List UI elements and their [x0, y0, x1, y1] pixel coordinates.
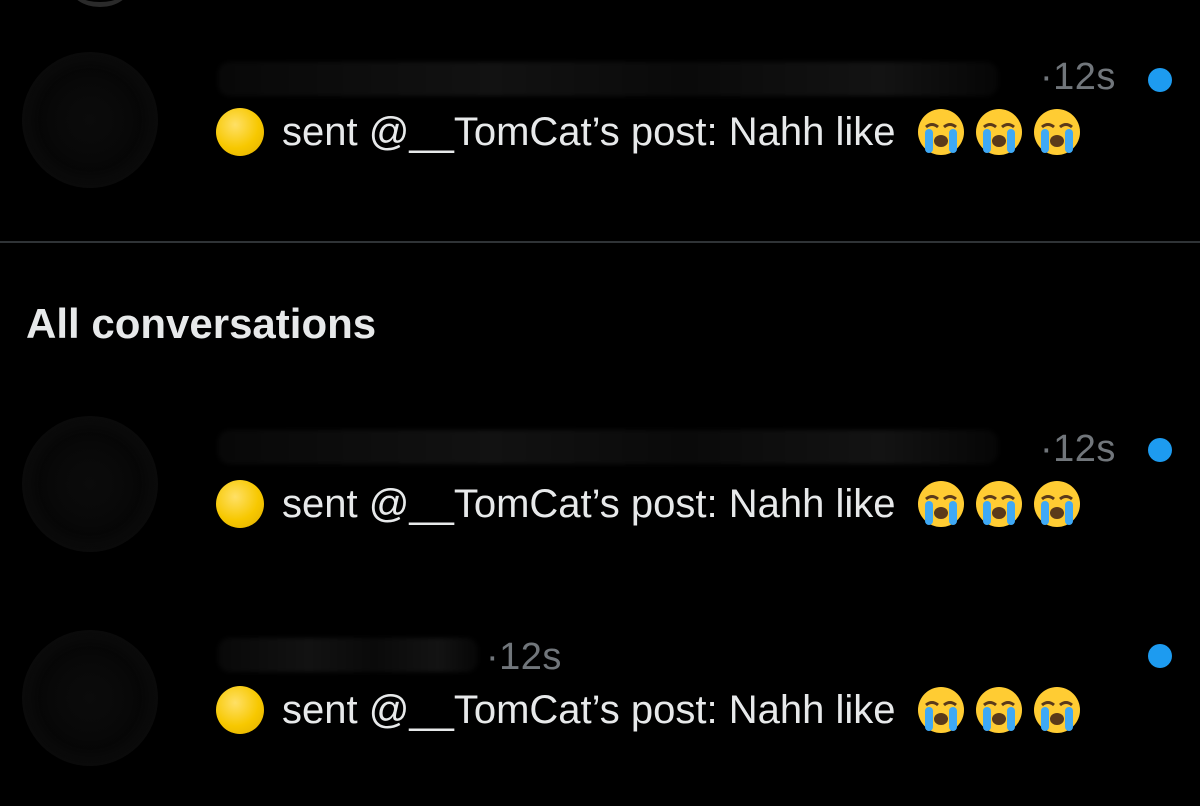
- section-divider: [0, 241, 1200, 243]
- messages-screen: ·12s sent @__TomCat’s post: Nahh like Al…: [0, 0, 1200, 806]
- crying-face-emoji-icon: [1033, 109, 1080, 155]
- crying-face-emoji-icon: [1033, 687, 1080, 733]
- message-preview: sent @__TomCat’s post: Nahh like: [216, 476, 1082, 532]
- avatar[interactable]: [22, 416, 158, 552]
- redacted-conversation-name: [218, 62, 998, 96]
- avatar[interactable]: [22, 630, 158, 766]
- conversation-item[interactable]: ·12s sent @__TomCat’s post: Nahh like: [0, 620, 1200, 766]
- message-preview-text: sent @__TomCat’s post: Nahh like: [282, 687, 896, 732]
- crying-face-emoji-icon: [917, 687, 964, 733]
- crying-face-emoji-icon: [1033, 481, 1080, 527]
- conversation-item[interactable]: ·12s sent @__TomCat’s post: Nahh like: [0, 410, 1200, 552]
- avatar[interactable]: [22, 52, 158, 188]
- yellow-circle-icon: [216, 480, 264, 528]
- crying-face-emoji-icon: [975, 481, 1022, 527]
- timestamp: ·12s: [1040, 428, 1116, 470]
- yellow-circle-icon: [216, 686, 264, 734]
- timestamp: ·12s: [1040, 56, 1116, 98]
- message-preview-text: sent @__TomCat’s post: Nahh like: [282, 481, 896, 526]
- message-preview: sent @__TomCat’s post: Nahh like: [216, 682, 1082, 738]
- avatar-edge-fragment: [70, 0, 130, 7]
- redacted-conversation-name: [218, 638, 478, 672]
- unread-indicator-dot: [1148, 68, 1172, 92]
- conversation-item[interactable]: ·12s sent @__TomCat’s post: Nahh like: [0, 46, 1200, 188]
- crying-face-emoji-icon: [975, 687, 1022, 733]
- message-preview-text: sent @__TomCat’s post: Nahh like: [282, 109, 896, 154]
- crying-face-emoji-icon: [917, 481, 964, 527]
- timestamp: ·12s: [486, 636, 562, 678]
- unread-indicator-dot: [1148, 438, 1172, 462]
- crying-face-emoji-icon: [917, 109, 964, 155]
- redacted-conversation-name: [218, 430, 998, 464]
- yellow-circle-icon: [216, 108, 264, 156]
- section-title: All conversations: [26, 300, 377, 347]
- message-preview: sent @__TomCat’s post: Nahh like: [216, 104, 1082, 160]
- crying-face-emoji-icon: [975, 109, 1022, 155]
- unread-indicator-dot: [1148, 644, 1172, 668]
